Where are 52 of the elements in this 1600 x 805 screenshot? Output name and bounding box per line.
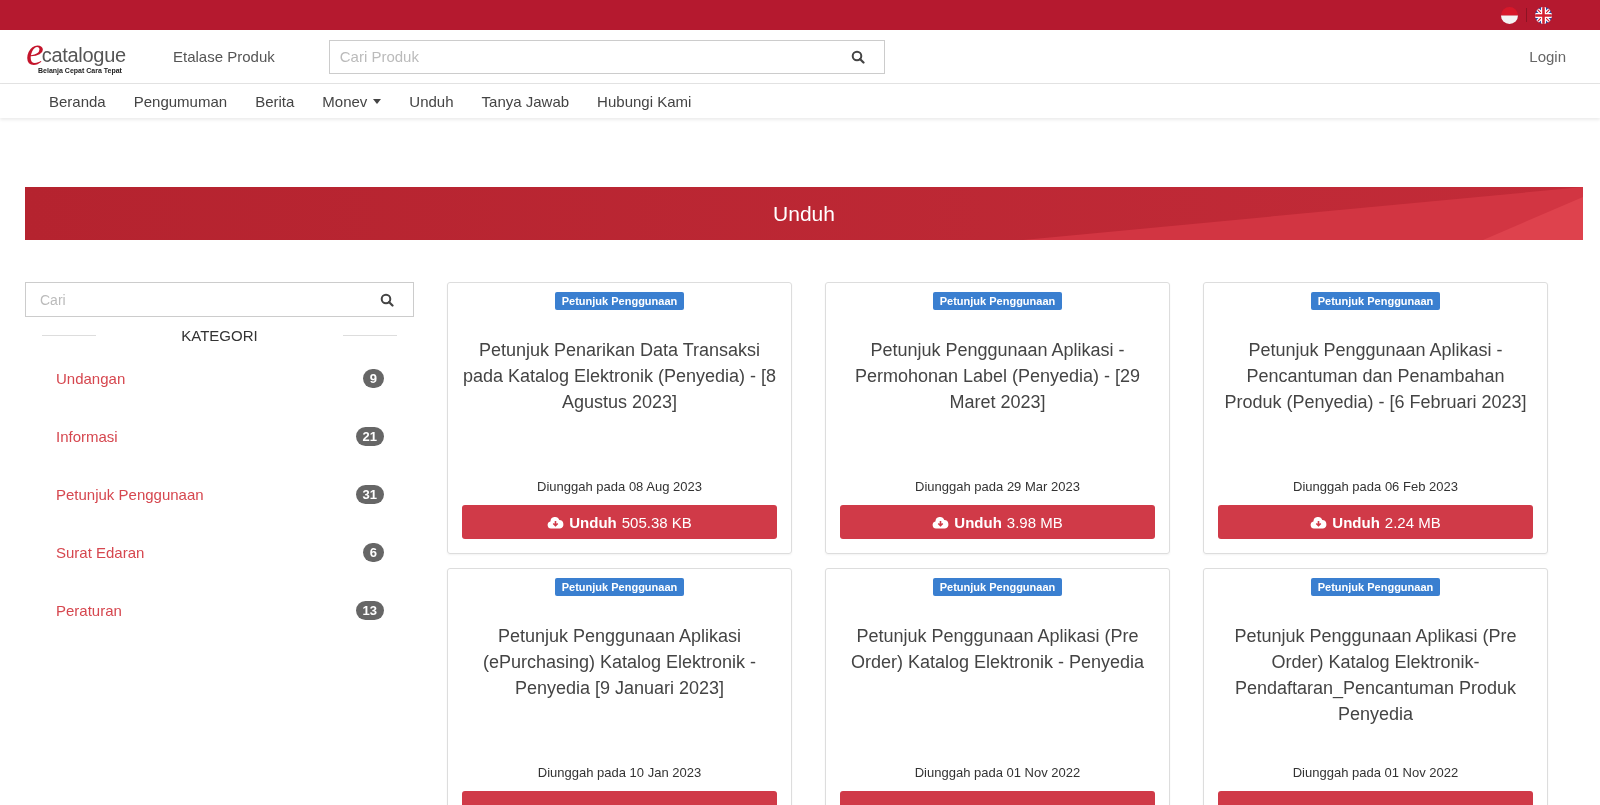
banner-title: Unduh bbox=[773, 201, 835, 226]
search-icon[interactable] bbox=[380, 293, 394, 307]
upload-date: Diunggah pada 29 Mar 2023 bbox=[915, 479, 1080, 494]
download-button[interactable]: Unduh 3.98 MB bbox=[840, 505, 1155, 539]
document-title: Petunjuk Penggunaan Aplikasi (ePurchasing) Katalog Elektronik - Penyedia [9 Januari 2023] bbox=[481, 625, 758, 700]
category-link[interactable]: Informasi bbox=[56, 427, 118, 445]
cloud-download-icon bbox=[932, 515, 950, 529]
uk-flag-icon[interactable] bbox=[1535, 6, 1552, 24]
document-title: Petunjuk Penarikan Data Transaksi pada Katalog Elektronik (Penyedia) - [8 Agustus 2023] bbox=[462, 339, 777, 414]
category-link[interactable]: Surat Edaran bbox=[56, 543, 145, 561]
indonesia-flag-icon[interactable] bbox=[1501, 6, 1518, 24]
nav-link[interactable]: Tanya Jawab bbox=[467, 92, 584, 110]
category-tag: Petunjuk Penggunaan bbox=[1310, 292, 1441, 310]
count-badge: 13 bbox=[355, 600, 384, 620]
nav-link[interactable]: Beranda bbox=[35, 92, 120, 110]
upload-date: Diunggah pada 01 Nov 2022 bbox=[1292, 765, 1459, 780]
document-title: Petunjuk Penggunaan Aplikasi - Pencantuman dan Penambahan Produk (Penyedia) - [6 Februari 2023] bbox=[1223, 339, 1528, 414]
document-title: Petunjuk Penggunaan Aplikasi (Pre Order) Katalog Elektronik - Penyedia bbox=[849, 625, 1146, 674]
category-heading: KATEGORI bbox=[180, 327, 259, 344]
category-link[interactable]: Undangan bbox=[56, 369, 126, 387]
count-badge: 21 bbox=[355, 426, 384, 446]
category-tag: Petunjuk Penggunaan bbox=[932, 292, 1063, 310]
upload-date: Diunggah pada 06 Feb 2023 bbox=[1293, 479, 1458, 494]
category-tag: Petunjuk Penggunaan bbox=[1310, 578, 1441, 596]
count-badge: 31 bbox=[355, 484, 384, 504]
storefront-link[interactable]: Etalase Produk bbox=[173, 48, 275, 65]
upload-date: Diunggah pada 01 Nov 2022 bbox=[914, 765, 1081, 780]
nav-link[interactable]: Unduh bbox=[395, 92, 468, 110]
category-link[interactable]: Petunjuk Penggunaan bbox=[56, 485, 204, 503]
document-title: Petunjuk Penggunaan Aplikasi (Pre Order) Katalog Elektronik-Pendaftaran_Pencantuman Produk Penyedia bbox=[1233, 625, 1518, 726]
category-tag: Petunjuk Penggunaan bbox=[932, 578, 1063, 596]
nav-link[interactable]: Hubungi Kami bbox=[583, 92, 706, 110]
download-button[interactable]: Unduh 505.38 KB bbox=[462, 505, 777, 539]
login-link[interactable]: Login bbox=[1529, 48, 1566, 65]
nav-link[interactable]: Pengumuman bbox=[119, 92, 242, 110]
category-tag: Petunjuk Penggunaan bbox=[554, 578, 685, 596]
search-icon[interactable] bbox=[850, 49, 865, 64]
document-title: Petunjuk Penggunaan Aplikasi - Permohonan Label (Penyedia) - [29 Maret 2023] bbox=[853, 339, 1142, 414]
product-search-field[interactable]: Cari Produk bbox=[328, 39, 885, 74]
count-badge: 6 bbox=[362, 542, 384, 562]
caret-icon bbox=[373, 98, 382, 104]
cloud-download-icon bbox=[1310, 515, 1328, 529]
upload-date: Diunggah pada 08 Aug 2023 bbox=[537, 479, 702, 494]
count-badge: 9 bbox=[362, 368, 384, 388]
download-button[interactable]: Unduh 2.24 MB bbox=[1218, 505, 1533, 539]
category-tag: Petunjuk Penggunaan bbox=[554, 292, 685, 310]
cloud-download-icon bbox=[547, 515, 565, 529]
search-field[interactable]: Cari bbox=[25, 282, 414, 317]
nav-link[interactable]: Berita bbox=[241, 92, 309, 110]
category-link[interactable]: Peraturan bbox=[56, 601, 122, 619]
nav-dropdown[interactable]: Monev bbox=[308, 92, 396, 110]
upload-date: Diunggah pada 10 Jan 2023 bbox=[537, 765, 702, 780]
